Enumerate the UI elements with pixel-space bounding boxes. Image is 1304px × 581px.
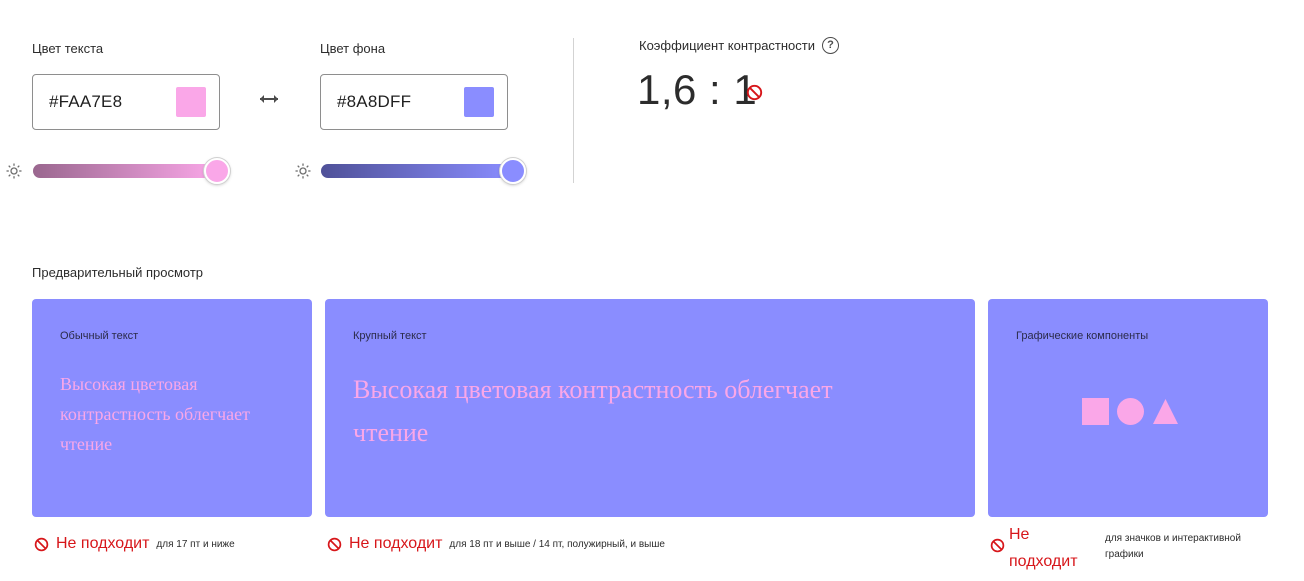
shape-samples	[1082, 398, 1179, 425]
circle-shape	[1117, 398, 1144, 425]
fail-icon	[327, 537, 342, 551]
background-brightness-track[interactable]	[321, 164, 513, 178]
status-note: для значков и интерактивной графики	[1105, 533, 1241, 560]
text-brightness-thumb[interactable]	[204, 158, 230, 184]
background-color-hex[interactable]: #8A8DFF	[337, 92, 411, 112]
text-brightness-slider[interactable]	[33, 158, 230, 184]
normal-text-preview-card: Обычный текст Высокая цветовая контрастн…	[32, 299, 312, 517]
fail-icon	[746, 84, 763, 101]
triangle-shape	[1153, 399, 1178, 424]
normal-text-sample: Высокая цветовая контрастность облегчает…	[60, 374, 251, 454]
card-title: Обычный текст	[60, 330, 139, 342]
fail-icon	[34, 537, 49, 551]
card-title: Крупный текст	[353, 330, 427, 342]
text-color-input[interactable]: #FAA7E8	[32, 74, 220, 130]
text-brightness-track[interactable]	[33, 164, 217, 178]
status-text: Не подходит	[349, 535, 443, 552]
large-text-result: Не подходит для 18 пт и выше / 14 пт, по…	[327, 535, 665, 553]
text-color-label: Цвет текста	[32, 41, 104, 56]
background-color-label: Цвет фона	[320, 41, 386, 56]
fail-icon	[990, 538, 1005, 553]
status-note: для 17 пт и ниже	[156, 538, 235, 550]
status-text: Не подходит	[1009, 526, 1078, 570]
text-color-swatch[interactable]	[176, 87, 206, 117]
graphics-preview-card: Графические компоненты	[988, 299, 1268, 517]
help-icon[interactable]: ?	[822, 37, 840, 54]
square-shape	[1082, 398, 1109, 425]
background-brightness-icon	[295, 163, 311, 179]
graphics-result: Не подходит для значков и интерактивной …	[988, 519, 1278, 574]
status-text: Не подходит	[56, 535, 150, 552]
text-color-hex[interactable]: #FAA7E8	[49, 92, 122, 112]
contrast-ratio-value: 1,6 : 1	[637, 66, 758, 113]
large-text-preview-card: Крупный текст Высокая цветовая контрастн…	[325, 299, 975, 517]
background-brightness-thumb[interactable]	[500, 158, 526, 184]
large-text-sample: Высокая цветовая контрастность облегчает…	[353, 375, 833, 447]
background-color-swatch[interactable]	[464, 87, 494, 117]
normal-text-result: Не подходит для 17 пт и ниже	[34, 535, 235, 553]
swap-colors-icon[interactable]	[258, 92, 280, 106]
background-color-input[interactable]: #8A8DFF	[320, 74, 508, 130]
section-divider	[573, 38, 574, 183]
preview-title: Предварительный просмотр	[32, 265, 204, 280]
card-title: Графические компоненты	[1016, 330, 1149, 342]
background-brightness-slider[interactable]	[321, 158, 526, 184]
text-brightness-icon	[6, 163, 22, 179]
contrast-ratio-label: Коэффициент контрастности	[639, 38, 816, 53]
contrast-ratio-header: Коэффициент контрастности ?	[639, 37, 840, 54]
status-note: для 18 пт и выше / 14 пт, полужирный, и …	[449, 538, 665, 550]
